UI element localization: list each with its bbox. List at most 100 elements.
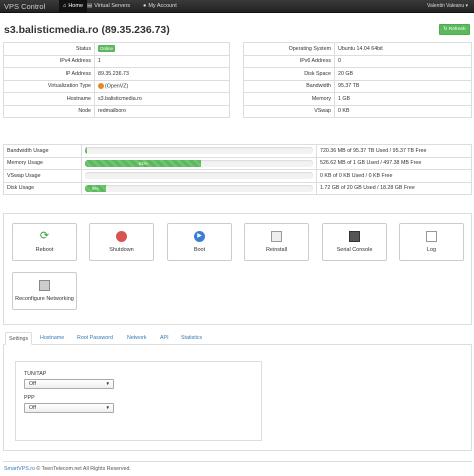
info-value: 1 bbox=[94, 54, 230, 68]
shutdown-icon bbox=[116, 231, 127, 242]
settings-form: TUN/TAP Off ▼ PPP Off ▼ bbox=[15, 361, 262, 441]
tuntap-select[interactable]: Off ▼ bbox=[24, 379, 114, 389]
usage-label: VSwap Usage bbox=[3, 169, 82, 182]
info-label: IPv4 Address bbox=[3, 54, 95, 68]
shutdown-button[interactable]: Shutdown bbox=[89, 223, 154, 261]
nav-virtual-servers-label: Virtual Servers bbox=[94, 3, 131, 9]
footer-text: © TeenTelecom.net All Rights Reserved. bbox=[36, 466, 131, 472]
progress-bar bbox=[85, 147, 88, 155]
reconfigure-networking-button[interactable]: Reconfigure Networking bbox=[12, 272, 77, 310]
info-label: VSwap bbox=[243, 104, 335, 118]
nav-my-account[interactable]: ● My Account bbox=[139, 0, 181, 13]
tab-settings[interactable]: Settings bbox=[5, 332, 33, 345]
info-value: 20 GB bbox=[334, 67, 472, 80]
reboot-button[interactable]: ⟳ Reboot bbox=[12, 223, 77, 261]
progress-track bbox=[85, 172, 313, 180]
user-menu[interactable]: Valentin Valeanu ▾ bbox=[427, 0, 468, 13]
info-label: Bandwidth bbox=[243, 79, 335, 93]
log-label: Log bbox=[426, 247, 437, 253]
reboot-label: Reboot bbox=[35, 247, 54, 253]
info-label: Operating System bbox=[243, 42, 335, 55]
info-value: 0 KB bbox=[334, 104, 472, 118]
table-row: VSwap Usage 0 KB of 0 KB Used / 0 KB Fre… bbox=[3, 169, 472, 182]
nav-home-label: Home bbox=[68, 3, 83, 9]
usage-bar-cell: 51% bbox=[81, 156, 317, 170]
ppp-select[interactable]: Off ▼ bbox=[24, 403, 114, 413]
table-row: Hostname s3.balisticmedia.ro bbox=[3, 92, 230, 105]
footer-brand-link[interactable]: SmartVPS.ro bbox=[4, 466, 35, 472]
progress-track: 51% bbox=[85, 159, 313, 167]
usage-label: Bandwidth Usage bbox=[3, 144, 82, 157]
footer-divider bbox=[3, 461, 472, 462]
usage-label: Disk Usage bbox=[3, 181, 82, 195]
brand-logo[interactable]: VPS Control bbox=[4, 2, 45, 11]
table-row: Bandwidth 95.37 TB bbox=[243, 79, 472, 93]
info-label: Hostname bbox=[3, 92, 95, 105]
refresh-button[interactable]: ↻ Refresh bbox=[439, 24, 470, 35]
usage-bar-cell: 9% bbox=[81, 181, 317, 195]
nav-virtual-servers[interactable]: ▤ Virtual Servers bbox=[83, 0, 134, 13]
table-row: VSwap 0 KB bbox=[243, 104, 472, 118]
info-value: 95.37 TB bbox=[334, 79, 472, 93]
info-label: Disk Space bbox=[243, 67, 335, 80]
usage-detail: 1.72 GB of 20 GB Used / 18.28 GB Free bbox=[316, 181, 472, 195]
ppp-value: Off bbox=[29, 405, 36, 411]
table-row: Memory 1 GB bbox=[243, 92, 472, 105]
info-label: Memory bbox=[243, 92, 335, 105]
reinstall-label: Reinstall bbox=[265, 247, 288, 253]
usage-detail: 526.62 MB of 1 GB Used / 497.38 MB Free bbox=[316, 156, 472, 170]
serial-console-label: Serial Console bbox=[336, 247, 373, 253]
tab-network[interactable]: Network bbox=[124, 332, 149, 345]
resource-usage-table: Bandwidth Usage 720.36 MB of 95.37 TB Us… bbox=[3, 144, 472, 195]
tuntap-label: TUN/TAP bbox=[24, 371, 47, 377]
table-row: Disk Usage 9% 1.72 GB of 20 GB Used / 18… bbox=[3, 181, 472, 195]
progress-bar: 9% bbox=[85, 184, 106, 192]
virtualization-type-value: (OpenVZ) bbox=[105, 83, 129, 90]
table-row: IPv6 Address 0 bbox=[243, 54, 472, 68]
info-label: IP Address bbox=[3, 67, 95, 80]
table-row: Status Online bbox=[3, 42, 230, 55]
chevron-down-icon: ▼ bbox=[105, 381, 110, 386]
status-badge: Online bbox=[98, 44, 116, 52]
log-button[interactable]: Log bbox=[399, 223, 464, 261]
info-label: Virtualization Type bbox=[3, 79, 95, 93]
tab-root-password[interactable]: Root Password bbox=[74, 332, 116, 345]
table-row: IP Address 89.35.236.73 bbox=[3, 67, 230, 80]
info-value: redmailboro bbox=[94, 104, 230, 118]
table-row: Virtualization Type (OpenVZ) bbox=[3, 79, 230, 93]
table-row: Disk Space 20 GB bbox=[243, 67, 472, 80]
table-row: Bandwidth Usage 720.36 MB of 95.37 TB Us… bbox=[3, 144, 472, 157]
server-info-left: Status Online IPv4 Address 1 IP Address … bbox=[3, 42, 230, 118]
info-label: IPv6 Address bbox=[243, 54, 335, 68]
serial-console-button[interactable]: Serial Console bbox=[322, 223, 387, 261]
shutdown-label: Shutdown bbox=[109, 247, 134, 253]
table-row: Node redmailboro bbox=[3, 104, 230, 118]
tab-api[interactable]: API bbox=[157, 332, 172, 345]
usage-detail: 0 KB of 0 KB Used / 0 KB Free bbox=[316, 169, 472, 182]
home-icon: ⌂ bbox=[63, 3, 67, 9]
nav-my-account-label: My Account bbox=[148, 3, 177, 9]
boot-button[interactable]: ▶ Boot bbox=[167, 223, 232, 261]
tuntap-value: Off bbox=[29, 381, 36, 387]
reconfigure-networking-label: Reconfigure Networking bbox=[15, 296, 74, 302]
settings-tabs: Settings Hostname Root Password Network … bbox=[3, 330, 472, 345]
ppp-label: PPP bbox=[24, 395, 35, 401]
server-info-right: Operating System Ubuntu 14.04 64bit IPv6… bbox=[243, 42, 472, 118]
info-value: 89.35.236.73 bbox=[94, 67, 230, 80]
progress-track: 9% bbox=[85, 184, 313, 192]
tab-hostname[interactable]: Hostname bbox=[37, 332, 67, 345]
usage-bar-cell bbox=[81, 144, 317, 157]
table-row: Operating System Ubuntu 14.04 64bit bbox=[243, 42, 472, 55]
chevron-down-icon: ▼ bbox=[105, 405, 110, 410]
footer: SmartVPS.ro © TeenTelecom.net All Rights… bbox=[4, 466, 131, 472]
reboot-icon: ⟳ bbox=[39, 230, 50, 242]
refresh-label: Refresh bbox=[448, 27, 466, 32]
tab-statistics[interactable]: Statistics bbox=[178, 332, 205, 345]
page-title: s3.balisticmedia.ro (89.35.236.73) bbox=[4, 24, 170, 36]
usage-detail: 720.36 MB of 95.37 TB Used / 95.37 TB Fr… bbox=[320, 147, 427, 154]
table-row: IPv4 Address 1 bbox=[3, 54, 230, 68]
boot-label: Boot bbox=[193, 247, 206, 253]
usage-bar-cell bbox=[81, 169, 317, 182]
reinstall-button[interactable]: Reinstall bbox=[244, 223, 309, 261]
settings-content: TUN/TAP Off ▼ PPP Off ▼ bbox=[3, 345, 472, 451]
